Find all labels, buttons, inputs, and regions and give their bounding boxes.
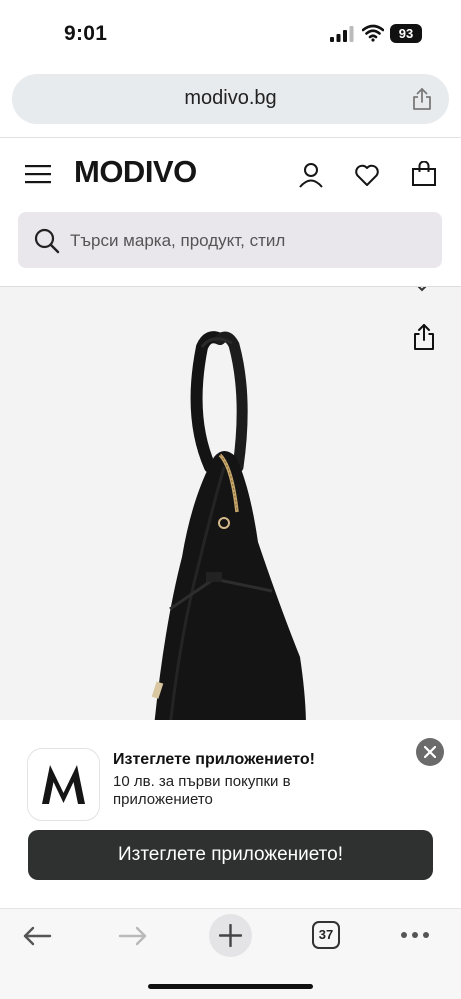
new-tab-button[interactable] (209, 914, 252, 957)
bag-icon[interactable] (411, 161, 437, 187)
signal-icon (330, 26, 354, 42)
search-icon (34, 228, 60, 254)
wifi-icon (362, 24, 384, 42)
plus-icon[interactable] (219, 924, 242, 947)
url-text[interactable]: modivo.bg (12, 87, 449, 110)
browser-toolbar: 37 (0, 908, 461, 999)
close-button[interactable] (416, 738, 444, 766)
share-icon[interactable] (411, 87, 433, 111)
logo-text[interactable]: MODIVO (74, 154, 197, 190)
app-download-banner: Изтеглете приложението! 10 лв. за първи … (0, 720, 461, 908)
forward-arrow-icon[interactable] (118, 925, 148, 947)
status-time: 9:01 (64, 22, 108, 45)
battery-indicator: 93 (390, 24, 422, 43)
download-app-button[interactable]: Изтеглете приложението! (28, 830, 433, 880)
m-logo-icon (42, 765, 85, 804)
heart-icon[interactable] (354, 163, 380, 187)
banner-subtitle: 10 лв. за първи покупки в приложението (113, 773, 291, 808)
status-bar: 9:01 93 (0, 0, 461, 66)
app-logo (28, 749, 99, 820)
search-placeholder[interactable]: Търси марка, продукт, стил (70, 231, 285, 251)
search-input[interactable]: Търси марка, продукт, стил (18, 212, 442, 268)
chevron-down-icon[interactable] (416, 287, 428, 293)
divider (0, 137, 461, 138)
modivo-logo[interactable]: MODIVO (74, 154, 197, 190)
user-icon[interactable] (298, 162, 324, 188)
back-arrow-icon[interactable] (22, 925, 52, 947)
close-icon[interactable] (424, 746, 436, 758)
more-icon[interactable] (400, 931, 430, 939)
tabs-button[interactable]: 37 (312, 921, 340, 949)
share-icon[interactable] (412, 323, 436, 351)
product-image[interactable] (140, 327, 330, 720)
product-gallery[interactable] (0, 287, 461, 720)
menu-icon[interactable] (25, 164, 51, 184)
address-bar[interactable]: modivo.bg (12, 74, 449, 124)
home-indicator (148, 984, 313, 989)
banner-title: Изтеглете приложението! (113, 751, 316, 768)
